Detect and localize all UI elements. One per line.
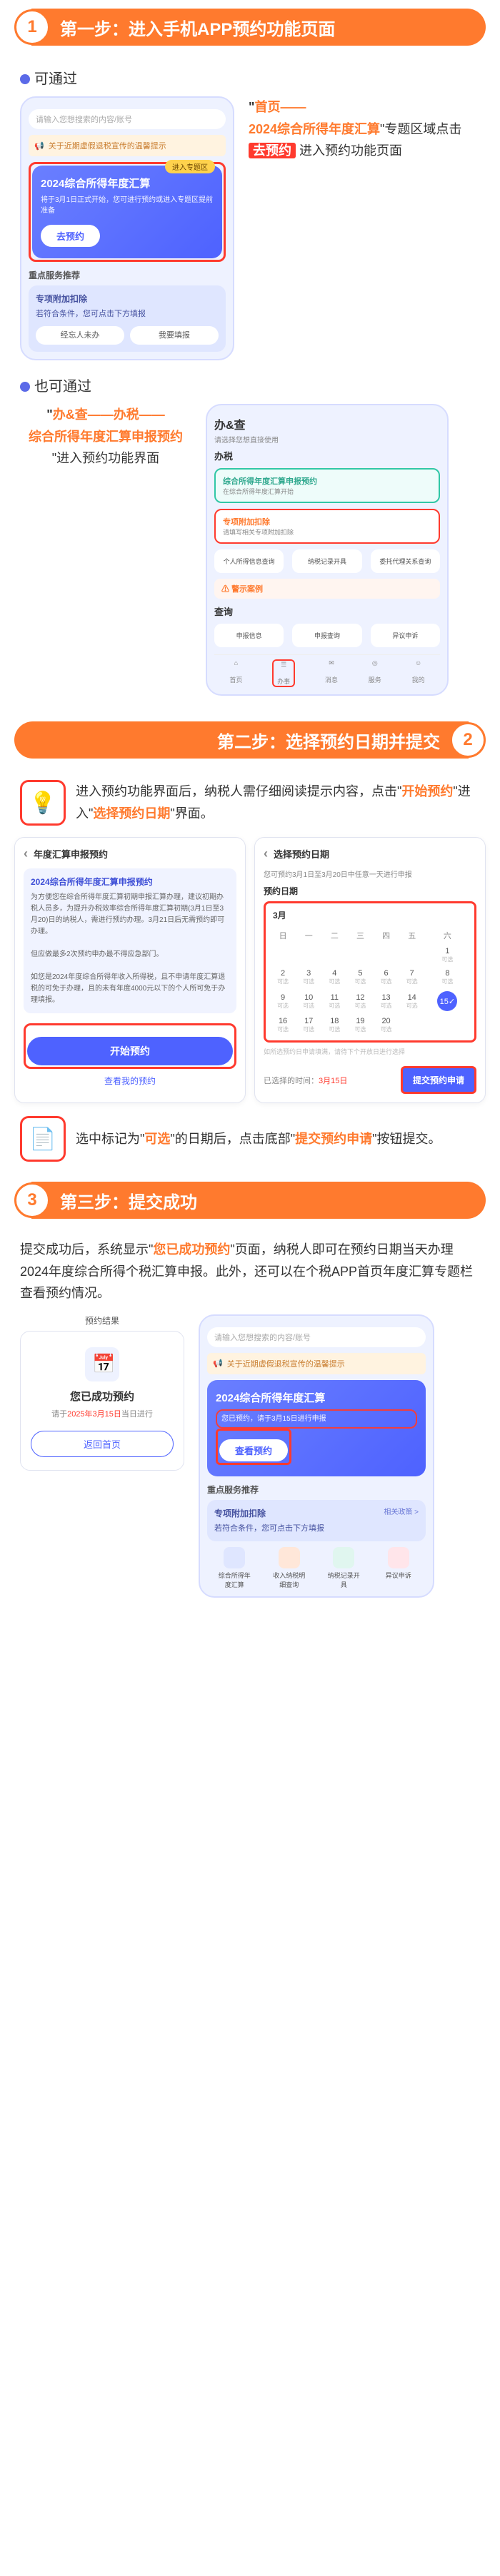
step1-header: 1 第一步：进入手机APP预约功能页面 <box>0 0 500 56</box>
step3-circle: 3 <box>14 1182 50 1218</box>
promo-highlight: 进入专题区 2024综合所得年度汇算 将于3月1日正式开始，您可进行预约或进入专… <box>29 162 226 262</box>
calendar[interactable]: 3月 日一二三四五六 1可选 2可选3可选4可选5可选6可选7可选8可选 9可选… <box>264 901 476 1043</box>
grid-item[interactable]: 申报查询 <box>292 624 361 647</box>
page-head: 年度汇算申报预约 <box>24 846 236 861</box>
tab-home[interactable]: ⌂首页 <box>229 659 243 687</box>
search-input[interactable]: 请输入您想搜索的内容/账号 <box>207 1327 426 1347</box>
reserve-entry-card[interactable]: 综合所得年度汇算申报预约 在综合所得年度汇算开始 <box>214 468 440 503</box>
topic-title: 2024综合所得年度汇算 <box>41 176 214 191</box>
step1-side-text-2: "办&查——办税—— 综合所得年度汇算申报预约 "进入预约功能界面 <box>20 404 191 470</box>
bancha-head: 办&查 <box>214 415 440 432</box>
quick-icon[interactable]: 异议申诉 <box>382 1547 415 1589</box>
result-head: 预约结果 <box>20 1314 184 1327</box>
grid-item[interactable]: 申报信息 <box>214 624 284 647</box>
step2-intro: 进入预约功能界面后，纳税人需仔细阅读提示内容，点击"开始预约"进入"选择预约日期… <box>76 781 480 824</box>
phone-bancha: 办&查 请选择您想直接使用 办税 综合所得年度汇算申报预约 在综合所得年度汇算开… <box>206 404 449 696</box>
phone-select-date: 选择预约日期 您可预约3月1日至3月20日中任意一天进行申报 预约日期 3月 日… <box>254 837 486 1103</box>
grid-item[interactable]: 纳税记录开具 <box>292 549 361 573</box>
warn-case[interactable]: ⚠ 警示案例 <box>214 579 440 599</box>
view-reserve-button[interactable]: 查看预约 <box>219 1439 288 1461</box>
step2-header: 2 第二步：选择预约日期并提交 <box>0 713 500 769</box>
reserved-hint: 您已预约，请于3月15日进行申报 <box>216 1409 417 1429</box>
rec-head: 重点服务推荐 <box>207 1484 426 1496</box>
grid-item[interactable]: 个人所得信息查询 <box>214 549 284 573</box>
topic-title: 2024综合所得年度汇算 <box>216 1390 417 1405</box>
quick-icon[interactable]: 纳税记录开具 <box>327 1547 360 1589</box>
date-hint: 您可预约3月1日至3月20日中任意一天进行申报 <box>264 868 476 879</box>
tab-bar: ⌂首页 ☰办事 ✉消息 ◎服务 ☺我的 <box>214 654 440 687</box>
annual-topic-card[interactable]: 2024综合所得年度汇算 您已预约，请于3月15日进行申报 查看预约 <box>207 1380 426 1476</box>
pill-left[interactable]: 经忘人未办 <box>36 326 124 345</box>
view-my-reserve-link[interactable]: 查看我的预约 <box>24 1075 236 1087</box>
date-note: 如所选预约日申请填满，请待下个开放日进行选择 <box>264 1047 476 1056</box>
go-reserve-chip: 去预约 <box>249 143 296 158</box>
deduction-entry-card[interactable]: 专项附加扣除 请填写相关专项附加扣除 <box>214 509 440 544</box>
step1-side-text-1: "首页—— 2024综合所得年度汇算"专题区域点击 去预约 进入预约功能页面 <box>249 96 480 162</box>
info-title: 2024综合所得年度汇算申报预约 <box>31 876 229 889</box>
warn-banner[interactable]: 关于近期虚假退税宣传的温馨提示 <box>29 135 226 156</box>
date-selected[interactable]: 15✓ <box>425 988 470 1014</box>
start-reserve-button[interactable]: 开始预约 <box>27 1037 233 1065</box>
quick-icon[interactable]: 综合所得年度汇算 <box>218 1547 251 1589</box>
step1-circle: 1 <box>14 9 50 45</box>
tab-msg[interactable]: ✉消息 <box>324 659 339 687</box>
info-body: 为方便您在综合所得年度汇算初期申报汇算办理，建议初期办税人员多，为提升办税效率综… <box>31 893 224 935</box>
rec-head: 重点服务推荐 <box>29 269 226 281</box>
tax-section: 办税 <box>214 449 440 462</box>
quick-icon[interactable]: 收入纳税明细查询 <box>273 1547 306 1589</box>
warn-banner[interactable]: 关于近期虚假退税宣传的温馨提示 <box>207 1353 426 1374</box>
doc-icon: 📄 <box>20 1116 66 1162</box>
phone-reserve-info: 年度汇算申报预约 2024综合所得年度汇算申报预约 为方便您在综合所得年度汇算初… <box>14 837 246 1103</box>
tab-service[interactable]: ◎服务 <box>368 659 382 687</box>
deduction-card[interactable]: 专项附加扣除 若符合条件，您可点击下方填报 经忘人未办 我要填报 <box>29 285 226 352</box>
phone-home: 请输入您想搜索的内容/账号 关于近期虚假退税宣传的温馨提示 进入专题区 2024… <box>20 96 234 360</box>
via-1: 可通过 <box>20 67 480 88</box>
grid-item[interactable]: 异议申诉 <box>371 624 440 647</box>
page-head: 选择预约日期 <box>264 846 476 861</box>
pill-right[interactable]: 我要填报 <box>130 326 219 345</box>
date-label: 预约日期 <box>264 885 476 897</box>
topic-sub: 将于3月1日正式开始，您可进行预约或进入专题区提前准备 <box>41 195 214 216</box>
deduction-card[interactable]: 专项附加扣除 相关政策 > 若符合条件，您可点击下方填报 <box>207 1500 426 1542</box>
submit-reserve-button[interactable]: 提交预约申请 <box>401 1066 476 1094</box>
step3-intro: 提交成功后，系统显示"您已成功预约"页面，纳税人即可在预约日期当天办理2024年… <box>0 1229 500 1314</box>
result-title: 您已成功预约 <box>31 1389 174 1404</box>
annual-topic-card[interactable]: 进入专题区 2024综合所得年度汇算 将于3月1日正式开始，您可进行预约或进入专… <box>32 166 222 258</box>
step3-header: 3 第三步：提交成功 <box>0 1173 500 1229</box>
tab-work[interactable]: ☰办事 <box>272 659 295 687</box>
result-box: 您已成功预约 请于2025年3月15日当日进行 返回首页 <box>20 1331 184 1471</box>
step2-title: 第二步：选择预约日期并提交 <box>14 721 469 759</box>
step1-title: 第一步：进入手机APP预约功能页面 <box>31 9 486 46</box>
step3-title: 第三步：提交成功 <box>31 1182 486 1219</box>
query-section: 查询 <box>214 604 440 618</box>
calendar-icon <box>85 1347 119 1381</box>
search-input[interactable]: 请输入您想搜索的内容/账号 <box>29 109 226 129</box>
phone-home-after: 请输入您想搜索的内容/账号 关于近期虚假退税宣传的温馨提示 2024综合所得年度… <box>199 1314 434 1598</box>
enter-topic-tag[interactable]: 进入专题区 <box>165 160 215 173</box>
step2-after: 选中标记为"可选"的日期后，点击底部"提交预约申请"按钮提交。 <box>76 1128 480 1150</box>
via-2: 也可通过 <box>20 375 480 395</box>
grid-item[interactable]: 委托代理关系查询 <box>371 549 440 573</box>
step2-circle: 2 <box>450 722 486 758</box>
tip-icon: 💡 <box>20 780 66 826</box>
policy-link[interactable]: 相关政策 > <box>384 1507 419 1523</box>
go-reserve-button[interactable]: 去预约 <box>41 225 100 247</box>
tab-me[interactable]: ☺我的 <box>411 659 426 687</box>
back-home-button[interactable]: 返回首页 <box>31 1431 174 1457</box>
